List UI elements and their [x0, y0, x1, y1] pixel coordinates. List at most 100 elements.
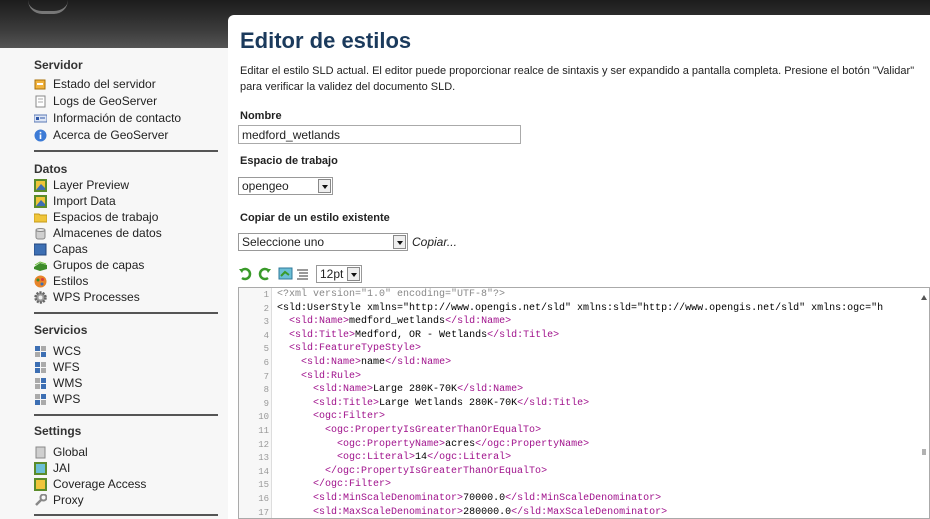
- code-line[interactable]: <sld:MinScaleDenominator>70000.0</sld:Mi…: [277, 493, 661, 504]
- code-line[interactable]: <sld:Name>name</sld:Name>: [277, 357, 451, 368]
- layer-icon: [33, 243, 47, 256]
- sidebar-item-label: WFS: [53, 360, 80, 374]
- sidebar-section-title: Servicios: [34, 323, 88, 337]
- sidebar-item-wcs[interactable]: WCS: [34, 343, 219, 359]
- code-line[interactable]: </ogc:Filter>: [277, 479, 391, 490]
- goto-line-icon[interactable]: [278, 266, 294, 282]
- line-number: 5: [263, 344, 269, 355]
- sidebar-item-data-stores[interactable]: Almacenes de datos: [34, 225, 219, 241]
- line-number: 8: [263, 385, 269, 396]
- code-line[interactable]: <ogc:Literal>14</ogc:Literal>: [277, 452, 511, 463]
- font-size-value: 12pt: [320, 267, 344, 281]
- line-number: 4: [263, 330, 269, 341]
- line-number: 10: [258, 412, 269, 423]
- global-settings-icon: [34, 446, 47, 459]
- jai-icon: [34, 461, 47, 475]
- line-number: 15: [258, 480, 269, 491]
- sidebar-item-layer-preview[interactable]: Layer Preview: [34, 177, 219, 193]
- style-name-input[interactable]: [238, 125, 521, 144]
- font-size-select[interactable]: 12pt: [316, 265, 362, 283]
- line-number: 6: [263, 358, 269, 368]
- sidebar-item-workspaces[interactable]: Espacios de trabajo: [33, 209, 219, 225]
- sidebar-item-label: Estilos: [53, 274, 89, 288]
- sidebar-item-import-data[interactable]: Import Data: [34, 193, 219, 209]
- name-label: Nombre: [240, 110, 282, 122]
- chevron-down-icon[interactable]: [347, 267, 360, 281]
- wps-service-icon: [34, 393, 47, 406]
- code-line[interactable]: <ogc:PropertyIsGreaterThanOrEqualTo>: [277, 425, 541, 436]
- redo-icon[interactable]: [256, 266, 272, 282]
- copy-style-label: Copiar de un estilo existente: [240, 212, 390, 224]
- sidebar-item-label: Import Data: [53, 194, 116, 208]
- section-divider: [34, 414, 218, 416]
- sidebar-item-label: WCS: [53, 344, 81, 358]
- proxy-icon: [34, 493, 48, 507]
- sidebar-item-label: Espacios de trabajo: [53, 210, 159, 224]
- vertical-scrollbar[interactable]: [919, 288, 929, 518]
- line-number: 9: [263, 398, 269, 409]
- code-line[interactable]: <sld:FeatureTypeStyle>: [277, 343, 421, 354]
- sidebar-item-proxy[interactable]: Proxy: [34, 492, 219, 508]
- line-number: 2: [263, 303, 269, 314]
- code-line[interactable]: <sld:Rule>: [277, 371, 361, 382]
- layer-preview-icon: [34, 178, 47, 192]
- server-status-icon: [34, 78, 47, 91]
- sidebar-item-layer-groups[interactable]: Grupos de capas: [34, 257, 219, 273]
- code-line[interactable]: <sld:UserStyle xmlns="http://www.opengis…: [277, 303, 883, 314]
- workspace-label: Espacio de trabajo: [240, 155, 338, 167]
- code-line[interactable]: <sld:Name>medford_wetlands</sld:Name>: [277, 316, 511, 327]
- sidebar-item-about[interactable]: Acerca de GeoServer: [34, 127, 219, 143]
- gear-icon: [34, 290, 47, 304]
- reindent-icon[interactable]: [296, 266, 310, 282]
- undo-icon[interactable]: [238, 266, 254, 282]
- chevron-down-icon[interactable]: [318, 179, 331, 193]
- sidebar-item-wms[interactable]: WMS: [34, 375, 219, 391]
- sidebar-item-layers[interactable]: Capas: [33, 241, 219, 257]
- info-icon: [34, 129, 47, 142]
- copy-style-link[interactable]: Copiar...: [412, 235, 457, 249]
- code-line[interactable]: <ogc:Filter>: [277, 411, 385, 422]
- line-number: 7: [263, 371, 269, 382]
- sidebar-item-label: Logs de GeoServer: [53, 94, 158, 108]
- code-line[interactable]: </ogc:PropertyIsGreaterThanOrEqualTo>: [277, 466, 547, 477]
- import-data-icon: [34, 194, 47, 208]
- sidebar-item-wps[interactable]: WPS: [34, 391, 219, 407]
- folder-icon: [33, 211, 48, 224]
- section-divider: [34, 514, 218, 516]
- sidebar-item-wps-processes[interactable]: WPS Processes: [34, 289, 219, 305]
- code-line[interactable]: <sld:Title>Medford, OR - Wetlands</sld:T…: [277, 330, 559, 341]
- workspace-select-value: opengeo: [242, 179, 289, 193]
- sidebar-item-styles[interactable]: Estilos: [34, 273, 219, 289]
- wfs-service-icon: [34, 361, 47, 374]
- sidebar-item-label: Global: [53, 445, 88, 459]
- line-number: 13: [258, 453, 269, 464]
- sidebar-item-label: Capas: [53, 242, 88, 256]
- sidebar-item-coverage-access[interactable]: Coverage Access: [34, 476, 219, 492]
- sidebar-item-wfs[interactable]: WFS: [34, 359, 219, 375]
- sld-code-editor[interactable]: 1 2 3 4 5 6 7 8 9 10 11 12 13 14 15 16 17 <?xml version=…: [238, 287, 930, 519]
- section-divider: [34, 312, 218, 314]
- sidebar-item-label: Proxy: [53, 493, 84, 507]
- page-description: Editar el estilo SLD actual. El editor p…: [240, 65, 915, 93]
- copy-style-select[interactable]: Seleccione uno: [238, 233, 408, 251]
- sidebar-item-jai[interactable]: JAI: [34, 460, 219, 476]
- sidebar-item-label: Layer Preview: [53, 178, 130, 192]
- sidebar-item-label: Información de contacto: [53, 111, 182, 125]
- sidebar-item-contact-info[interactable]: Información de contacto: [33, 110, 219, 126]
- code-line[interactable]: <sld:Title>Large Wetlands 280K-70K</sld:…: [277, 398, 589, 409]
- code-line[interactable]: <sld:Name>Large 280K-70K</sld:Name>: [277, 384, 523, 395]
- code-line[interactable]: <sld:MaxScaleDenominator>280000.0</sld:M…: [277, 507, 667, 518]
- sidebar-item-geoserver-logs[interactable]: Logs de GeoServer: [34, 93, 219, 109]
- contact-card-icon: [33, 112, 48, 125]
- code-line[interactable]: <ogc:PropertyName>acres</ogc:PropertyNam…: [277, 439, 589, 450]
- chevron-down-icon[interactable]: [393, 235, 406, 249]
- sidebar-item-server-status[interactable]: Estado del servidor: [34, 76, 219, 92]
- code-line[interactable]: <?xml version="1.0" encoding="UTF-8"?>: [277, 289, 505, 300]
- sidebar-section-title: Servidor: [34, 58, 83, 72]
- geoserver-logo: [28, 0, 68, 14]
- sidebar-item-label: JAI: [53, 461, 71, 475]
- sidebar-item-global[interactable]: Global: [34, 444, 219, 460]
- layer-group-icon: [34, 259, 47, 272]
- line-number: 12: [258, 439, 269, 450]
- workspace-select[interactable]: opengeo: [238, 177, 333, 195]
